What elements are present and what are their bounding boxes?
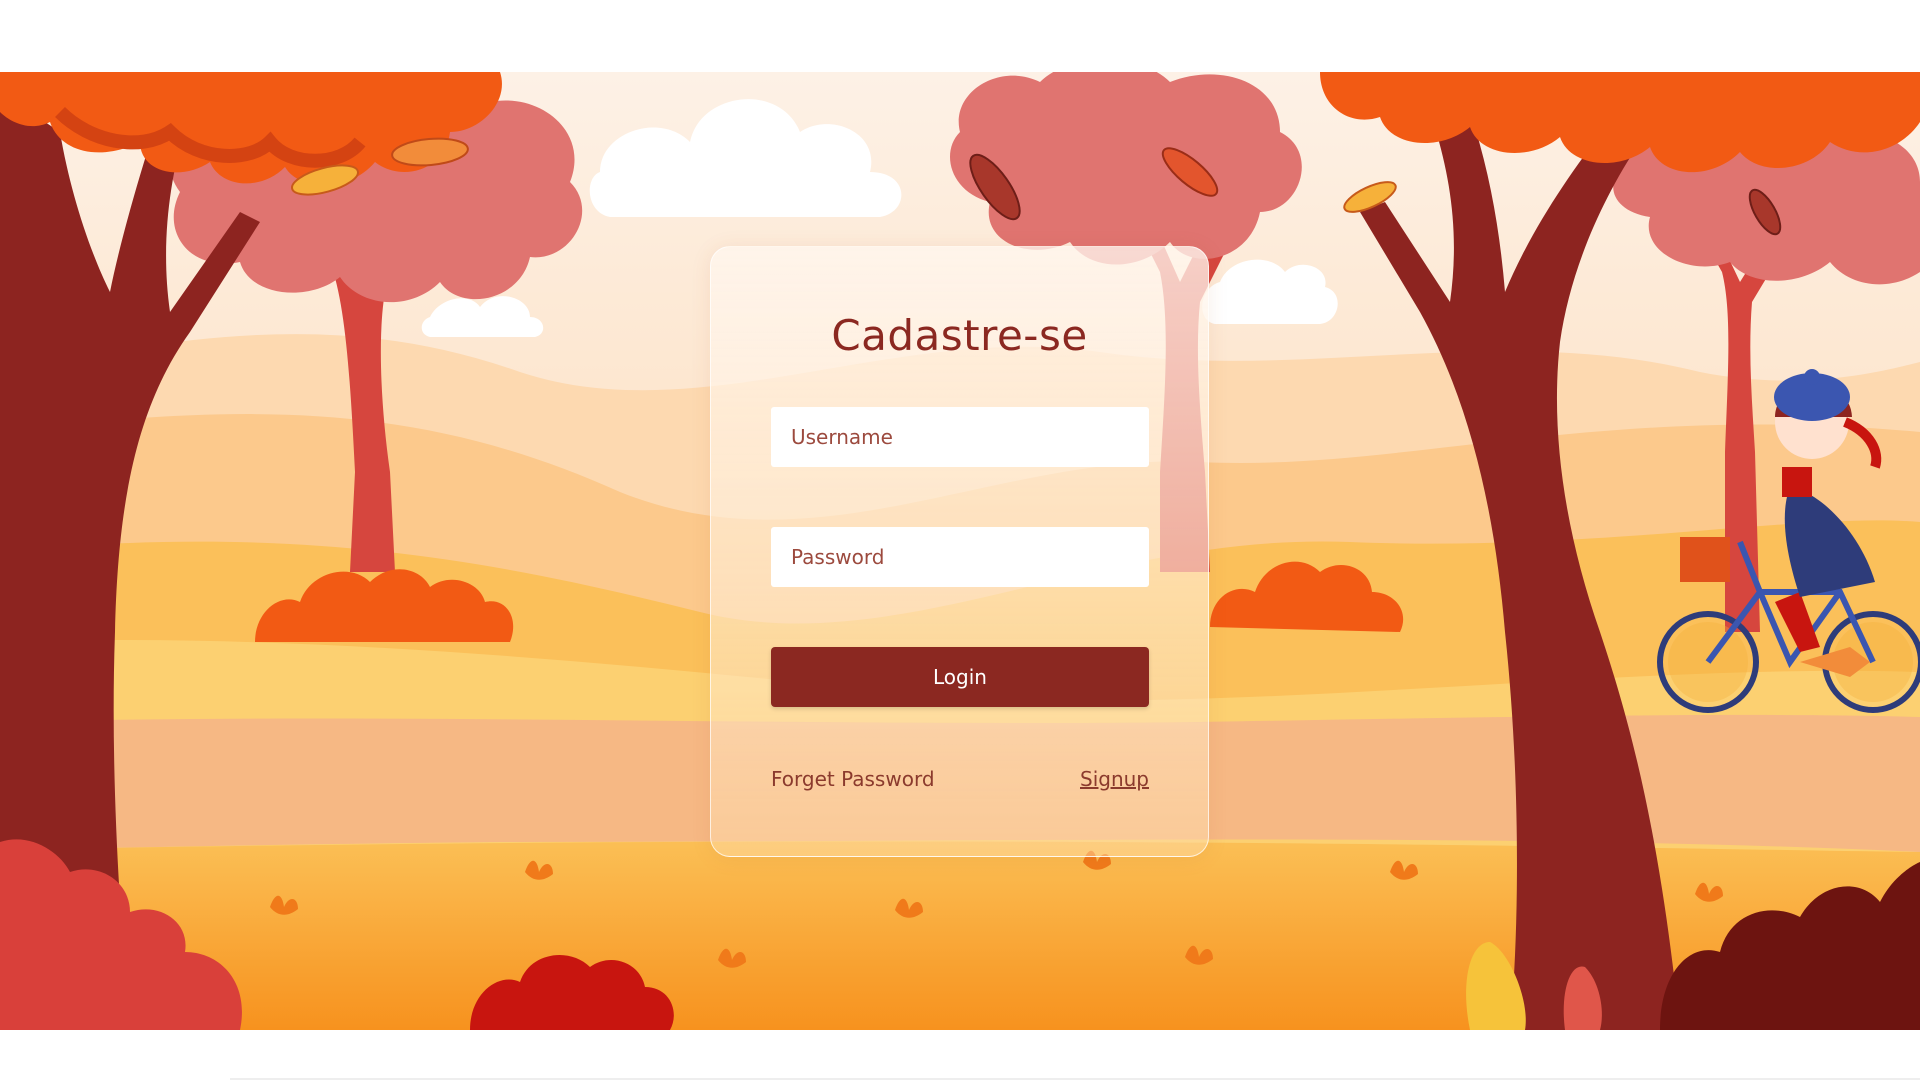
password-input[interactable] [771,527,1149,587]
forget-password-link[interactable]: Forget Password [771,767,935,791]
signup-card: Cadastre-se Login Forget Password Signup [710,246,1209,857]
form-title: Cadastre-se [831,311,1088,360]
card-footer: Forget Password Signup [771,767,1149,791]
signup-link[interactable]: Signup [1080,767,1149,791]
username-input[interactable] [771,407,1149,467]
login-button[interactable]: Login [771,647,1149,707]
